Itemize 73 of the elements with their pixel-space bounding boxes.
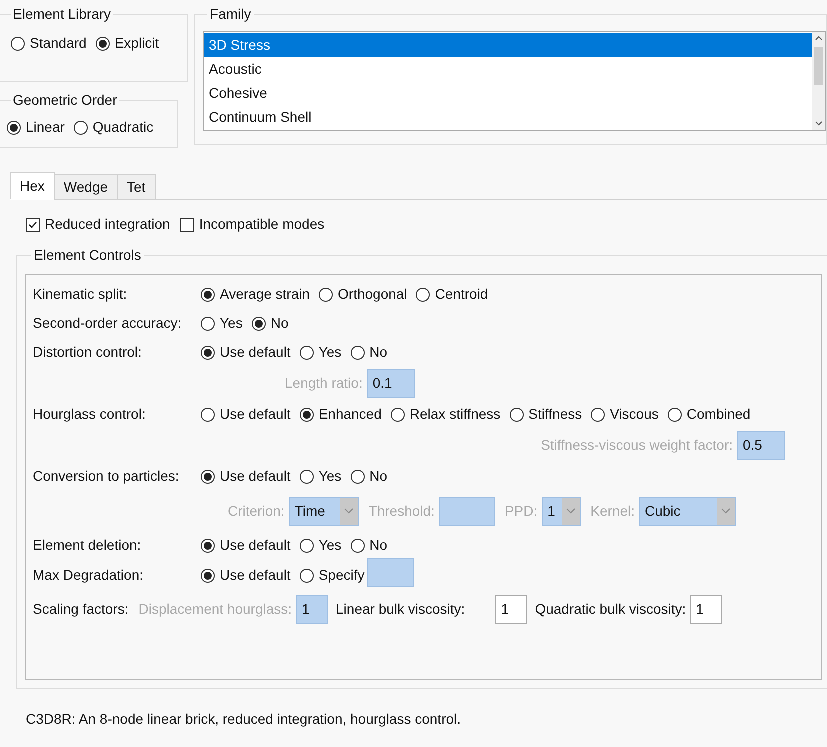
input-field[interactable]: 0.1 <box>366 369 415 398</box>
tab[interactable]: Tet <box>117 174 156 200</box>
input-field[interactable] <box>366 558 414 587</box>
row-label: Second-order accuracy: <box>33 314 183 333</box>
group-title: Geometric Order <box>12 91 118 110</box>
scroll-down-icon[interactable] <box>814 121 822 126</box>
group-title: Family <box>209 5 252 24</box>
radio-button[interactable]: Explicit <box>96 33 160 54</box>
radio-button[interactable]: Linear <box>7 117 65 138</box>
field-label: Kernel: <box>590 502 635 520</box>
group-title: Element Library <box>12 5 112 24</box>
field-label: Stiffness-viscous weight factor: <box>541 436 733 455</box>
caret-icon <box>344 508 354 514</box>
radio-button[interactable]: Yes <box>300 466 342 487</box>
radio-button[interactable]: Enhanced <box>300 404 382 425</box>
radio-button[interactable]: Viscous <box>591 404 659 425</box>
radio-button[interactable]: Use default <box>201 565 291 586</box>
radio-button[interactable]: Stiffness <box>510 404 582 425</box>
row-label: Conversion to particles: <box>33 467 180 486</box>
radio-button[interactable]: Quadratic <box>74 117 154 138</box>
row-label: Kinematic split: <box>33 285 128 304</box>
tab[interactable]: Hex <box>10 172 55 200</box>
input-field[interactable] <box>438 496 495 526</box>
caret-icon <box>721 508 731 514</box>
field-label: Criterion: <box>228 502 285 520</box>
field-label: Linear bulk viscosity: <box>336 600 466 619</box>
radio-button[interactable]: Yes <box>201 313 243 334</box>
row-label: Element deletion: <box>33 536 142 555</box>
radio-button[interactable]: Use default <box>201 404 291 425</box>
element-description: C3D8R: An 8-node linear brick, reduced integration, hourglass control. <box>26 710 462 729</box>
row-label: Scaling factors: <box>33 600 129 619</box>
checkbox[interactable]: Incompatible modes <box>180 214 325 235</box>
radio-button[interactable]: Orthogonal <box>319 284 408 305</box>
checkbox[interactable]: Reduced integration <box>26 214 170 235</box>
dropdown[interactable]: Time <box>288 496 359 526</box>
radio-button[interactable]: Yes <box>300 342 342 363</box>
radio-button[interactable]: No <box>350 466 388 487</box>
list-item[interactable]: Continuum Shell <box>204 105 812 129</box>
radio-button[interactable]: No <box>252 313 289 334</box>
radio-button[interactable]: No <box>350 342 388 363</box>
radio-button[interactable]: Use default <box>201 466 291 487</box>
tab[interactable]: Wedge <box>54 174 118 200</box>
group-title: Element Controls <box>33 246 142 265</box>
dropdown[interactable]: Cubic <box>639 496 736 526</box>
field-label: Quadratic bulk viscosity: <box>535 600 686 619</box>
field-label: Threshold: <box>368 502 435 520</box>
radio-button[interactable]: Use default <box>201 535 291 556</box>
scrollbar[interactable] <box>812 32 825 130</box>
radio-button[interactable]: No <box>350 535 388 556</box>
field-label: PPD: <box>504 502 538 520</box>
field-label: Length ratio: <box>285 374 363 393</box>
radio-button[interactable]: Centroid <box>416 284 488 305</box>
list-item[interactable]: Cohesive <box>204 81 812 105</box>
row-label: Hourglass control: <box>33 405 147 424</box>
radio-button[interactable]: Use default <box>201 342 291 363</box>
checkmark-icon <box>28 220 38 230</box>
scroll-up-icon[interactable] <box>814 36 822 41</box>
radio-button[interactable]: Combined <box>668 404 751 425</box>
list-item[interactable]: Acoustic <box>204 57 812 81</box>
radio-button[interactable]: Standard <box>11 33 87 54</box>
row-label: Distortion control: <box>33 343 143 362</box>
radio-button[interactable]: Average strain <box>201 284 310 305</box>
radio-button[interactable]: Relax stiffness <box>390 404 501 425</box>
field-label: Displacement hourglass: <box>138 600 292 619</box>
caret-icon <box>566 508 576 514</box>
radio-button[interactable]: Yes <box>300 535 342 556</box>
input-field[interactable]: 1 <box>495 594 528 624</box>
input-field[interactable]: 0.5 <box>737 431 785 460</box>
row-label: Max Degradation: <box>33 566 145 585</box>
list-item[interactable]: 3D Stress <box>204 33 812 57</box>
input-field[interactable]: 1 <box>690 594 722 624</box>
radio-button[interactable]: Specify <box>300 565 365 586</box>
dropdown[interactable]: 1 <box>542 496 581 526</box>
